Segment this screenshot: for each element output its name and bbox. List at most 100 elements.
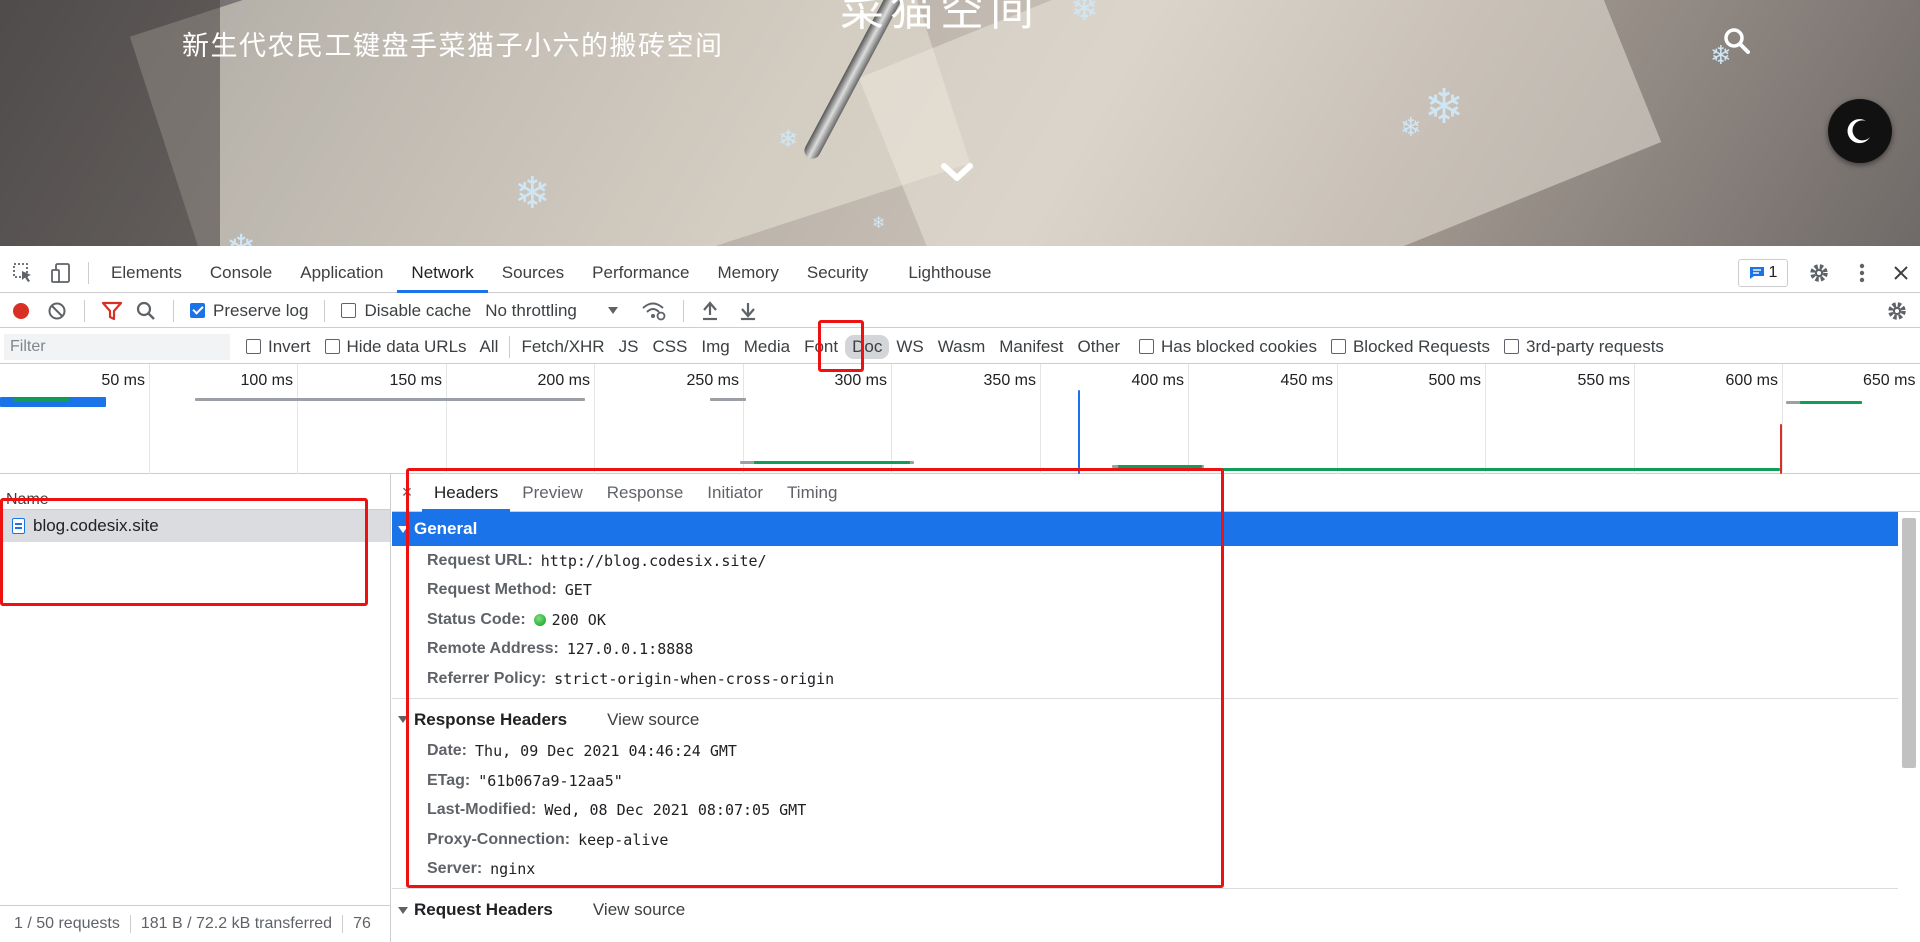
header-row: Request URL: http://blog.codesix.site/ (392, 546, 1920, 576)
header-value: Thu, 09 Dec 2021 04:46:24 GMT (475, 742, 737, 761)
inspect-element-icon[interactable] (4, 253, 42, 293)
header-value: "61b067a9-12aa5" (478, 771, 623, 790)
invert-checkbox[interactable] (246, 339, 261, 354)
hide-data-urls-label: Hide data URLs (346, 336, 467, 356)
network-settings-gear-icon[interactable] (1886, 300, 1908, 322)
request-name: blog.codesix.site (33, 516, 159, 535)
header-key: Status Code: (427, 610, 526, 628)
network-conditions-icon[interactable] (641, 300, 667, 322)
general-section-header[interactable]: General (392, 512, 1898, 546)
tick-label: 100 ms (240, 372, 293, 389)
transferred-size: 181 B / 72.2 kB transferred (140, 915, 333, 932)
general-title: General (414, 519, 478, 538)
tab-security[interactable]: Security (793, 253, 882, 293)
request-count: 1 / 50 requests (14, 915, 120, 932)
tab-performance[interactable]: Performance (578, 253, 703, 293)
type-filter-js[interactable]: JS (612, 335, 646, 359)
tick-label: 650 ms (1863, 372, 1916, 389)
request-headers-section-header[interactable]: Request Headers View source (392, 893, 1920, 927)
blocked-requests-label: Blocked Requests (1352, 336, 1490, 356)
type-filter-img[interactable]: Img (694, 335, 736, 359)
import-har-icon[interactable] (700, 300, 720, 322)
details-tab-timing[interactable]: Timing (775, 474, 849, 512)
type-filter-ws[interactable]: WS (889, 335, 930, 359)
dropdown-arrow-icon[interactable] (607, 306, 619, 316)
tab-console[interactable]: Console (196, 253, 286, 293)
response-header-rows: Date: Thu, 09 Dec 2021 04:46:24 GMT ETag: "… (392, 737, 1920, 885)
device-toolbar-icon[interactable] (42, 253, 80, 293)
clear-icon[interactable] (46, 300, 68, 322)
type-filter-doc[interactable]: Doc (845, 334, 890, 359)
details-tab-headers[interactable]: Headers (422, 474, 511, 512)
tick-label: 500 ms (1428, 372, 1481, 389)
preserve-log-checkbox[interactable] (190, 303, 205, 318)
header-value: Wed, 08 Dec 2021 08:07:05 GMT (544, 801, 807, 820)
tab-sources[interactable]: Sources (488, 253, 578, 293)
divider (509, 335, 511, 358)
tab-memory[interactable]: Memory (703, 253, 792, 293)
tick-label: 450 ms (1280, 372, 1333, 389)
issues-count: 1 (1768, 264, 1778, 281)
snowflake-icon: ❄ (514, 169, 551, 218)
request-row[interactable]: blog.codesix.site (0, 510, 390, 542)
details-tab-response[interactable]: Response (595, 474, 696, 512)
blog-banner: 菜猫空间 新生代农民工键盘手菜猫子小六的搬砖空间 ❄ ❄ ❄ ❄ ❄ ❄ ❄ ❄ (0, 0, 1920, 246)
details-tab-preview[interactable]: Preview (510, 474, 594, 512)
response-headers-section-header[interactable]: Response Headers View source (392, 703, 1920, 737)
search-icon[interactable] (1722, 26, 1752, 56)
issues-badge[interactable]: 1 (1738, 259, 1788, 287)
settings-gear-icon[interactable] (1808, 262, 1830, 284)
has-blocked-cookies-checkbox[interactable] (1139, 339, 1155, 354)
type-filter-other[interactable]: Other (1071, 335, 1128, 359)
details-tab-initiator[interactable]: Initiator (695, 474, 775, 512)
type-filter-fetch-xhr[interactable]: Fetch/XHR (514, 335, 611, 359)
hide-data-urls-checkbox[interactable] (324, 339, 340, 354)
scrollbar[interactable] (1902, 518, 1916, 768)
name-column-header[interactable]: Name (0, 474, 390, 510)
timeline-bar (14, 398, 70, 402)
tab-network[interactable]: Network (397, 253, 488, 293)
export-har-icon[interactable] (738, 300, 758, 322)
header-key: Server: (427, 860, 483, 878)
view-source-link[interactable]: View source (607, 710, 699, 730)
devtools-tab-bar: Elements Console Application Network Sources… (0, 253, 1920, 293)
divider (392, 888, 1898, 889)
site-title[interactable]: 菜猫空间 (840, 0, 1040, 38)
divider (342, 915, 344, 933)
divider (84, 299, 85, 322)
filter-icon[interactable] (101, 300, 123, 322)
more-options-icon[interactable] (1852, 262, 1872, 284)
close-devtools-icon[interactable] (1892, 264, 1910, 282)
chevron-down-icon[interactable] (938, 158, 976, 186)
snowflake-icon: ❄ (872, 215, 886, 232)
filter-input[interactable] (4, 333, 230, 360)
view-source-link[interactable]: View source (593, 900, 685, 920)
invert-label: Invert (268, 336, 311, 356)
type-filter-css[interactable]: CSS (645, 335, 694, 359)
third-party-requests-checkbox[interactable] (1503, 339, 1519, 354)
header-value: 127.0.0.1:8888 (566, 640, 694, 659)
search-icon[interactable] (135, 300, 157, 322)
type-filter-media[interactable]: Media (737, 335, 797, 359)
general-rows: Request URL: http://blog.codesix.site/Req… (392, 546, 1920, 694)
header-row: Date: Thu, 09 Dec 2021 04:46:24 GMT (392, 737, 1920, 767)
network-toolbar: Preserve log Disable cache No throttling (0, 294, 1920, 328)
type-filter-all[interactable]: All (473, 335, 506, 359)
record-icon[interactable] (10, 300, 32, 322)
divider (682, 299, 684, 322)
throttling-select[interactable]: No throttling (485, 301, 577, 321)
blocked-requests-checkbox[interactable] (1330, 339, 1346, 354)
tab-elements[interactable]: Elements (97, 253, 196, 293)
network-overview-timeline[interactable]: 50 ms 100 ms 150 ms 200 ms 250 ms 300 ms 350 m… (0, 364, 1920, 474)
dark-mode-toggle[interactable] (1828, 99, 1892, 163)
header-row: Server: nginx (392, 855, 1920, 885)
snowflake-icon: ❄ (226, 230, 256, 247)
timeline-bar (754, 461, 910, 464)
type-filter-font[interactable]: Font (797, 335, 845, 359)
tab-lighthouse[interactable]: Lighthouse (894, 253, 1005, 293)
type-filter-manifest[interactable]: Manifest (992, 335, 1070, 359)
close-details-icon[interactable]: × (392, 482, 422, 503)
type-filter-wasm[interactable]: Wasm (931, 335, 993, 359)
disable-cache-checkbox[interactable] (341, 303, 357, 318)
tab-application[interactable]: Application (286, 253, 397, 293)
